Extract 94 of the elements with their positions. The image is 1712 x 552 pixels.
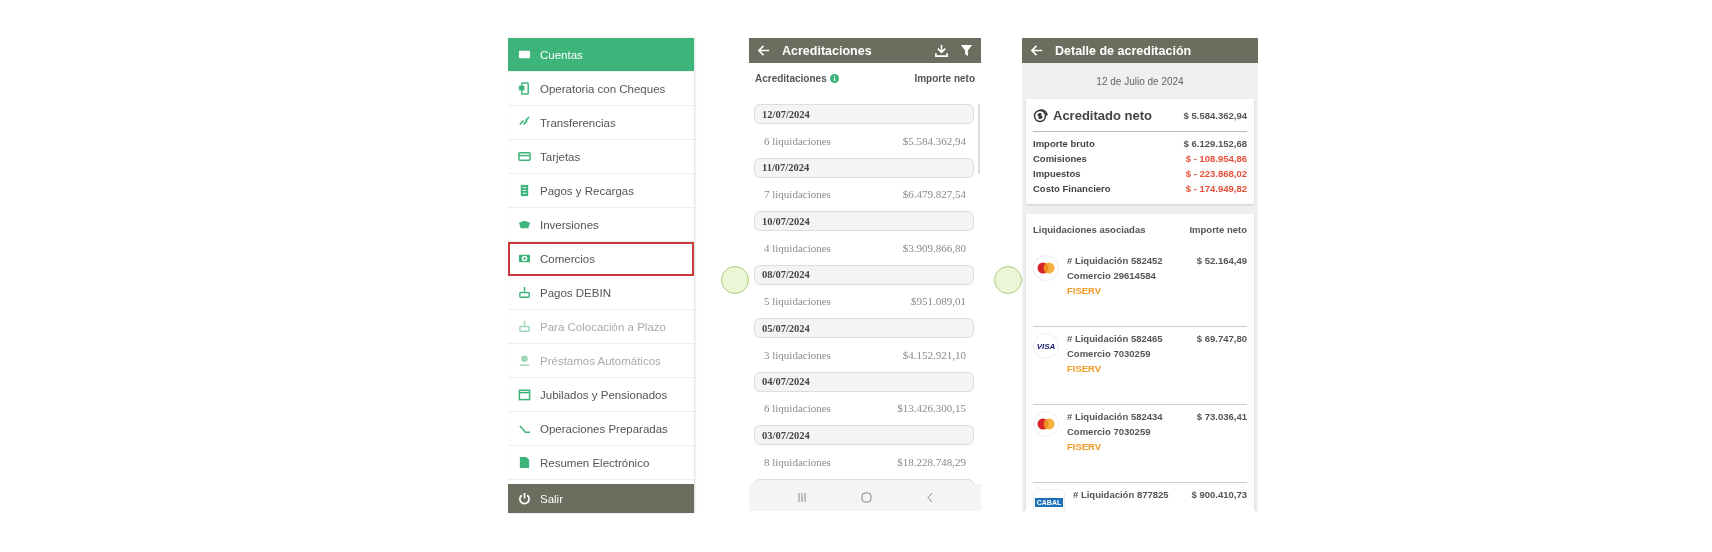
accreditation-row[interactable]: 3 liquidaciones $4.152.921,10 bbox=[754, 338, 974, 372]
date-header[interactable]: 04/07/2024 bbox=[754, 371, 974, 392]
pen-icon bbox=[518, 422, 531, 435]
menu-item[interactable]: Inversiones bbox=[508, 208, 694, 242]
menu-item[interactable]: Tarjetas bbox=[508, 140, 694, 174]
screen-title: Acreditaciones bbox=[782, 43, 873, 58]
settlement-number: # Liquidación 582465 bbox=[1067, 333, 1163, 344]
file-icon bbox=[518, 456, 531, 469]
date-header[interactable]: 11/07/2024 bbox=[754, 157, 974, 178]
back-arrow-icon[interactable] bbox=[757, 44, 770, 57]
column-header: Importe neto bbox=[1189, 224, 1247, 235]
banknote-icon bbox=[518, 252, 531, 265]
power-icon bbox=[518, 492, 531, 505]
net-amount: $13.426.300,15 bbox=[897, 402, 966, 415]
filter-icon[interactable] bbox=[960, 44, 973, 57]
menu-item[interactable]: Operatoria con Cheques bbox=[508, 72, 694, 106]
summary-value: $ - 174.949,82 bbox=[1185, 183, 1247, 194]
screen-title: Detalle de acreditación bbox=[1055, 43, 1193, 58]
summary-amount: $ 5.584.362,94 bbox=[1183, 109, 1247, 121]
merchant-number: Comercio 7030259 bbox=[1067, 426, 1152, 437]
banknote-icon bbox=[518, 48, 531, 61]
back-arrow-icon[interactable] bbox=[1030, 44, 1043, 57]
settlement-amount: $ 52.164,49 bbox=[1196, 255, 1247, 266]
accreditation-row[interactable]: 8 liquidaciones $18.228.748,29 bbox=[754, 445, 974, 479]
date-header[interactable]: 05/07/2024 bbox=[754, 318, 974, 338]
net-amount: $3.909.866,80 bbox=[902, 241, 966, 254]
net-amount: $951.089,01 bbox=[911, 295, 966, 308]
logout-button[interactable]: Salir bbox=[508, 484, 694, 513]
menu-item[interactable]: Pagos y Recargas bbox=[508, 174, 694, 208]
column-header: Importe neto bbox=[914, 73, 975, 84]
settlement-number: # Liquidación 877825 bbox=[1073, 489, 1169, 500]
settlement-number: # Liquidación 582434 bbox=[1067, 411, 1163, 422]
info-icon bbox=[829, 74, 839, 83]
summary-label: Impuestos bbox=[1033, 168, 1081, 179]
accreditation-row[interactable]: 6 liquidaciones $13.426.300,15 bbox=[754, 391, 974, 425]
menu-item[interactable]: Resumen Electrónico bbox=[508, 446, 694, 480]
summary-label: Comisiones bbox=[1033, 153, 1087, 164]
settlement-count: 3 liquidaciones bbox=[764, 348, 831, 361]
accreditation-row[interactable]: 7 liquidaciones $6.479.827,54 bbox=[754, 177, 974, 211]
settlement-count: 5 liquidaciones bbox=[764, 295, 831, 308]
accreditation-row[interactable]: 5 liquidaciones $951.089,01 bbox=[754, 284, 974, 318]
hand-money-icon bbox=[518, 286, 531, 299]
column-header: Liquidaciones asociadas bbox=[1033, 224, 1146, 235]
scrollbar-icon bbox=[977, 104, 981, 174]
summary-value: $ - 223.868,02 bbox=[1185, 168, 1247, 179]
settlement-count: 4 liquidaciones bbox=[764, 241, 831, 254]
phone-icon bbox=[518, 82, 531, 95]
summary-label: Importe bruto bbox=[1033, 138, 1095, 149]
date-label: 12 de Julio de 2024 bbox=[1095, 74, 1185, 89]
merchant-number: Comercio 7030259 bbox=[1067, 348, 1152, 359]
menu-item[interactable]: Operaciones Preparadas bbox=[508, 412, 694, 446]
step-circle bbox=[721, 266, 749, 294]
coins-icon bbox=[1033, 107, 1049, 123]
settlement-amount: $ 69.747,80 bbox=[1196, 333, 1247, 344]
date-header[interactable]: 12/07/2024 bbox=[754, 104, 974, 124]
column-header: Acreditaciones bbox=[755, 73, 827, 84]
summary-value: $ - 108.954,86 bbox=[1185, 153, 1247, 164]
summary-value: $ 6.129.152,68 bbox=[1183, 138, 1247, 149]
settlement-amount: $ 73.036,41 bbox=[1196, 411, 1247, 422]
step-circle bbox=[994, 266, 1022, 294]
provider-label: FISERV bbox=[1067, 285, 1103, 296]
summary-title: Acreditado neto bbox=[1053, 107, 1153, 123]
settlement-count: 8 liquidaciones bbox=[764, 455, 831, 468]
calendar-icon bbox=[518, 388, 531, 401]
provider-label: FISERV bbox=[1067, 441, 1103, 452]
summary-label: Costo Financiero bbox=[1033, 183, 1111, 194]
accreditation-row[interactable]: 4 liquidaciones $3.909.866,80 bbox=[754, 231, 974, 265]
menu-item[interactable]: Pagos DEBIN bbox=[508, 276, 694, 310]
coin-icon bbox=[518, 354, 531, 367]
date-header[interactable]: 10/07/2024 bbox=[754, 211, 974, 231]
receipt-icon bbox=[518, 184, 531, 197]
menu-item[interactable]: Comercios bbox=[508, 242, 694, 276]
net-amount: $5.584.362,94 bbox=[902, 134, 966, 147]
date-header[interactable]: 08/07/2024 bbox=[754, 264, 974, 285]
net-amount: $18.228.748,29 bbox=[897, 455, 966, 468]
money-icon bbox=[518, 218, 531, 231]
provider-label: FISERV bbox=[1067, 363, 1103, 374]
card-icon bbox=[518, 150, 531, 163]
menu-item[interactable]: Jubilados y Pensionados bbox=[508, 378, 694, 412]
accreditation-row[interactable]: 6 liquidaciones $5.584.362,94 bbox=[754, 124, 974, 158]
date-header[interactable]: 03/07/2024 bbox=[754, 425, 974, 445]
net-amount: $4.152.921,10 bbox=[902, 348, 966, 361]
settlement-count: 6 liquidaciones bbox=[764, 402, 831, 415]
home-icon[interactable] bbox=[861, 492, 873, 503]
menu-item[interactable]: Transferencias bbox=[508, 106, 694, 140]
settlement-count: 7 liquidaciones bbox=[764, 188, 831, 201]
settlement-amount: $ 900.410,73 bbox=[1191, 489, 1247, 500]
hand-money-icon bbox=[518, 320, 531, 333]
download-icon[interactable] bbox=[935, 44, 948, 57]
merchant-number: Comercio 29614584 bbox=[1067, 270, 1157, 281]
net-amount: $6.479.827,54 bbox=[902, 188, 966, 201]
settlement-count: 6 liquidaciones bbox=[764, 134, 831, 147]
back-icon[interactable] bbox=[926, 492, 935, 503]
settlement-number: # Liquidación 582452 bbox=[1067, 255, 1163, 266]
